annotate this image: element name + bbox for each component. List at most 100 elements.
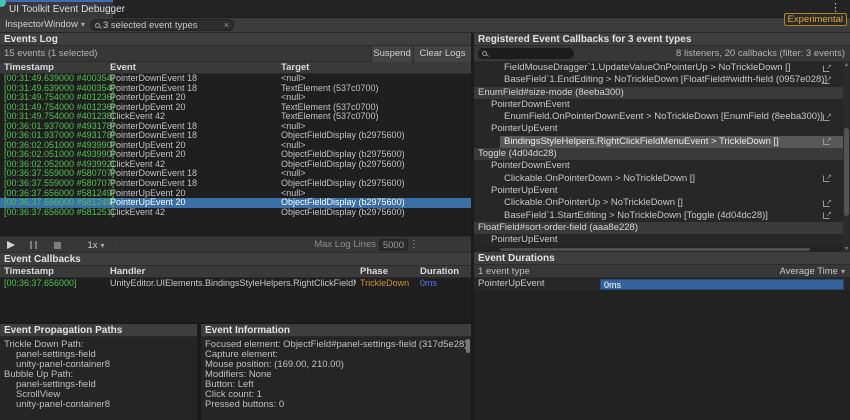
event-callback-row[interactable]: [00:36:37.656000] UnityEditor.UIElements.… bbox=[0, 278, 471, 289]
col-duration: Duration bbox=[420, 266, 459, 278]
chevron-down-icon: ▾ bbox=[101, 241, 105, 250]
callback-handler-row[interactable]: Clickable.OnPointerDown > NoTrickleDown … bbox=[474, 173, 843, 185]
open-in-window-icon[interactable] bbox=[823, 200, 830, 207]
event-callbacks-column-header: Timestamp Handler Phase Duration bbox=[0, 266, 471, 278]
open-in-window-icon[interactable] bbox=[823, 175, 830, 182]
event-timestamp: [00:36:37.656000 #581251] bbox=[4, 208, 114, 218]
callbacks-search[interactable] bbox=[478, 48, 574, 59]
scrollbar-thumb[interactable] bbox=[466, 339, 470, 353]
callback-event-type-row[interactable]: PointerUpEvent bbox=[474, 234, 843, 246]
kebab-menu-icon[interactable]: ⋮ bbox=[409, 237, 419, 253]
vertical-scrollbar[interactable]: ▲ ▼ bbox=[843, 62, 850, 252]
callback-handler-row[interactable]: Clickable.OnPointerUp > NoTrickleDown [] bbox=[474, 197, 843, 209]
search-icon bbox=[95, 23, 100, 28]
callback-duration: 0ms bbox=[420, 278, 437, 289]
col-timestamp: Timestamp bbox=[4, 266, 54, 278]
close-icon[interactable]: × bbox=[224, 20, 229, 30]
ui-toolkit-event-debugger-window: UI Toolkit Event Debugger ⋮ InspectorWin… bbox=[0, 0, 850, 420]
event-info-line: Pressed buttons: 0 bbox=[201, 400, 471, 410]
events-log-rows: [00:31:49.639000 #400354]PointerDownEven… bbox=[0, 74, 471, 236]
callback-handler-row[interactable]: EnumField.OnPointerDownEvent > NoTrickle… bbox=[474, 111, 843, 123]
callback-handler-row[interactable]: BaseField`1.StartEditing > NoTrickleDown… bbox=[474, 210, 843, 222]
events-log-title: Events Log bbox=[0, 33, 471, 46]
duration-event-name: PointerUpEvent bbox=[478, 278, 545, 290]
scrollbar-thumb[interactable] bbox=[844, 128, 849, 216]
chevron-down-icon: ▾ bbox=[841, 267, 845, 276]
callback-owner-row[interactable]: FloatField#sort-order-field (aaa8e228) bbox=[474, 222, 843, 234]
playback-speed-dropdown[interactable]: 1x▾ bbox=[84, 237, 108, 253]
play-icon bbox=[7, 241, 15, 249]
events-log-statusbar: 15 events (1 selected) Suspend Clear Log… bbox=[0, 46, 471, 62]
chevron-down-icon: ▾ bbox=[81, 20, 85, 29]
propagation-paths-body: Trickle Down Path:panel-settings-fieldun… bbox=[0, 337, 197, 420]
open-in-window-icon[interactable] bbox=[823, 114, 830, 121]
event-type-search-input[interactable] bbox=[103, 20, 222, 31]
tab-event-debugger[interactable]: UI Toolkit Event Debugger bbox=[0, 0, 113, 18]
events-log-status: 15 events (1 selected) bbox=[4, 46, 97, 62]
col-handler: Handler bbox=[110, 266, 145, 278]
stop-icon bbox=[54, 242, 61, 249]
scroll-up-icon[interactable]: ▲ bbox=[843, 62, 850, 68]
open-in-window-icon[interactable] bbox=[823, 65, 830, 72]
callback-handler-row[interactable]: BaseField`1.EndEditing > NoTrickleDown [… bbox=[474, 74, 843, 86]
callbacks-summary: 8 listeners, 20 callbacks (filter: 3 eve… bbox=[676, 46, 845, 62]
callback-event-type-row[interactable]: PointerDownEvent bbox=[474, 160, 843, 172]
average-time-dropdown[interactable]: Average Time▾ bbox=[780, 265, 845, 278]
event-information-body: Focused element: ObjectField#panel-setti… bbox=[201, 337, 471, 420]
callback-event-type-row[interactable]: PointerUpEvent bbox=[474, 123, 843, 135]
search-icon bbox=[482, 51, 487, 56]
event-information-title: Event Information bbox=[201, 324, 471, 337]
step-forward-button[interactable]: · bbox=[112, 237, 120, 253]
callback-handler: UnityEditor.UIElements.BindingsStyleHelp… bbox=[110, 278, 356, 289]
experimental-badge: Experimental bbox=[784, 13, 847, 26]
stop-button[interactable] bbox=[50, 237, 64, 253]
max-log-lines-label: Max Log Lines bbox=[314, 237, 376, 253]
suspend-button[interactable]: Suspend bbox=[371, 46, 412, 62]
tab-bar: UI Toolkit Event Debugger ⋮ bbox=[0, 0, 850, 18]
callback-phase: TrickleDown bbox=[360, 278, 409, 289]
panel-picker-dropdown[interactable]: InspectorWindow▾ bbox=[0, 18, 89, 32]
callback-handler-row[interactable]: BindingsStyleHelpers.RightClickFieldMenu… bbox=[474, 136, 843, 148]
event-type-filter-search[interactable]: × bbox=[90, 19, 234, 31]
callback-owner-row[interactable]: Toggle (4d04dc28) bbox=[474, 148, 843, 160]
max-log-lines-input[interactable] bbox=[379, 239, 408, 251]
tab-label: UI Toolkit Event Debugger bbox=[9, 4, 125, 15]
pause-button[interactable] bbox=[26, 237, 40, 253]
propagation-path-line: unity-panel-container8 bbox=[0, 400, 197, 410]
col-target: Target bbox=[281, 62, 309, 74]
toolbar: InspectorWindow▾ × Experimental bbox=[0, 18, 850, 33]
event-log-row[interactable]: [00:36:37.656000 #581251]ClickEvent 42 Ob… bbox=[0, 208, 471, 218]
callbacks-search-input[interactable] bbox=[490, 49, 570, 59]
event-durations-subbar: 1 event type Average Time▾ bbox=[474, 265, 850, 278]
duration-bar: 0ms bbox=[600, 279, 844, 290]
event-name: ClickEvent 42 bbox=[110, 208, 165, 218]
open-in-window-icon[interactable] bbox=[823, 212, 830, 219]
event-durations-title: Event Durations bbox=[474, 252, 850, 265]
playback-bar: · 1x▾ · Max Log Lines ⋮ bbox=[0, 236, 471, 253]
col-phase: Phase bbox=[360, 266, 388, 278]
callback-timestamp: [00:36:37.656000] bbox=[4, 278, 77, 289]
event-durations-rows: PointerUpEvent 0ms bbox=[474, 278, 850, 290]
window-accent-dot bbox=[0, 0, 6, 7]
scrollbar-thumb[interactable] bbox=[500, 248, 810, 251]
open-in-window-icon[interactable] bbox=[823, 138, 830, 145]
callback-event-type-row[interactable]: PointerUpEvent bbox=[474, 185, 843, 197]
propagation-paths-title: Event Propagation Paths bbox=[0, 324, 197, 337]
callback-handler-row[interactable]: FieldMouseDragger`1.UpdateValueOnPointer… bbox=[474, 62, 843, 74]
registered-callbacks-filter-bar: 8 listeners, 20 callbacks (filter: 3 eve… bbox=[474, 46, 850, 62]
col-timestamp: Timestamp bbox=[4, 62, 54, 74]
clear-logs-button[interactable]: Clear Logs bbox=[413, 46, 471, 62]
play-button[interactable] bbox=[4, 237, 18, 253]
events-log-column-header: Timestamp Event Target bbox=[0, 62, 471, 74]
col-event: Event bbox=[110, 62, 136, 74]
open-in-window-icon[interactable] bbox=[823, 77, 830, 84]
registered-callbacks-title: Registered Event Callbacks for 3 event t… bbox=[474, 33, 850, 46]
event-callbacks-rows: [00:36:37.656000] UnityEditor.UIElements.… bbox=[0, 278, 471, 322]
event-duration-row[interactable]: PointerUpEvent 0ms bbox=[474, 278, 850, 290]
callback-event-type-row[interactable]: PointerDownEvent bbox=[474, 99, 843, 111]
duration-value: 0ms bbox=[601, 280, 621, 290]
callback-owner-row[interactable]: EnumField#size-mode (8eeba300) bbox=[474, 87, 843, 99]
step-back-button[interactable]: · bbox=[70, 237, 78, 253]
event-type-count: 1 event type bbox=[478, 265, 530, 278]
event-target: ObjectFieldDisplay (b2975600) bbox=[281, 208, 405, 218]
